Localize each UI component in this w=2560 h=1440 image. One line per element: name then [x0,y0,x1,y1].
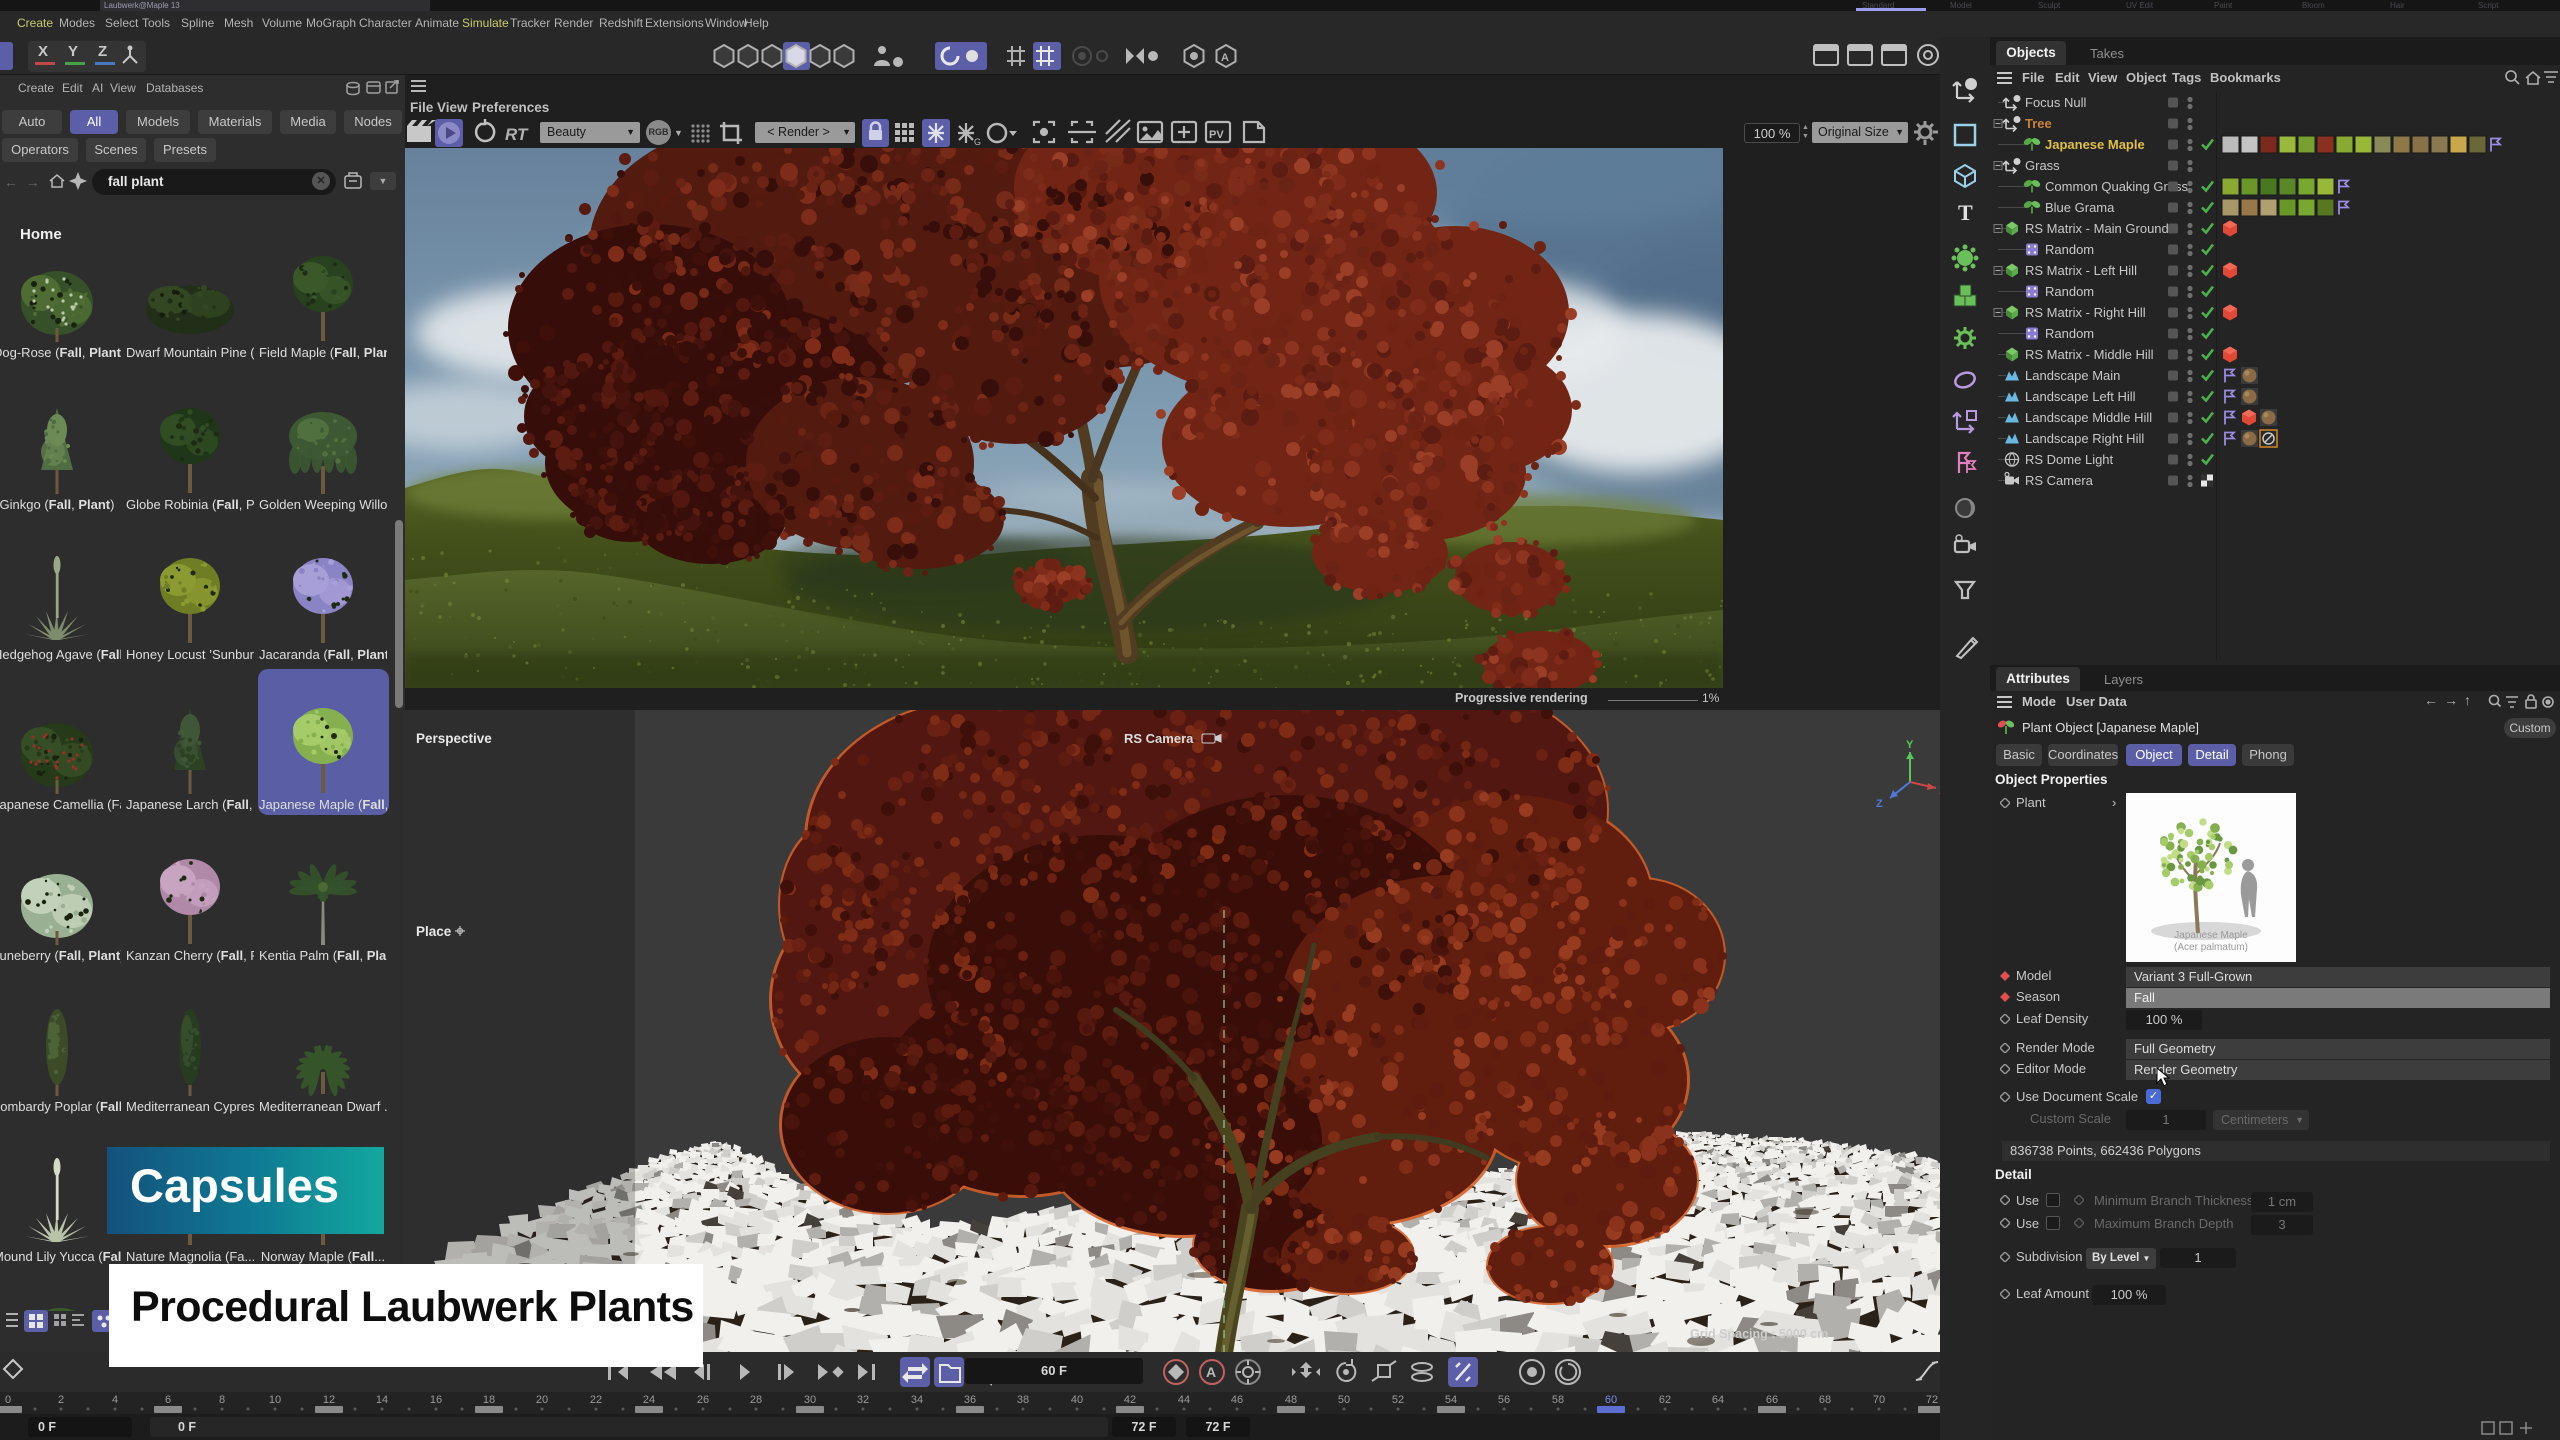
svg-text:A: A [1221,52,1229,64]
svg-text:G: G [974,137,981,147]
svg-text:RT: RT [505,125,529,144]
svg-text:PV: PV [1209,129,1224,141]
